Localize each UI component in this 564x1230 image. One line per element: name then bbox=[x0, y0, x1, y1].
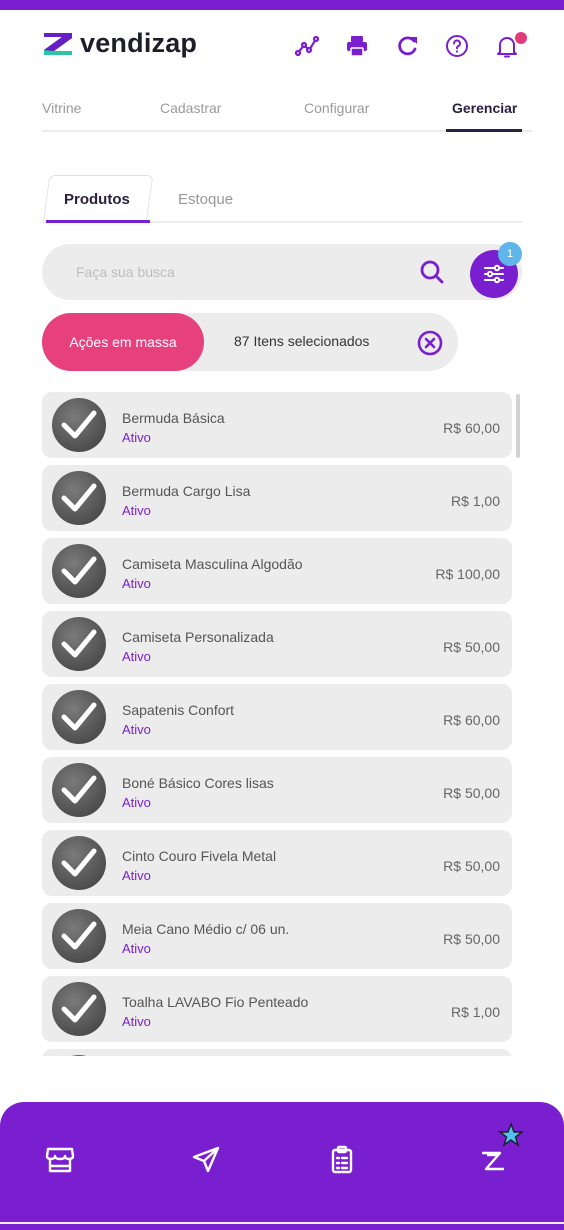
scrollbar[interactable] bbox=[516, 394, 520, 458]
tab-vitrine[interactable]: Vitrine bbox=[42, 100, 81, 116]
product-thumbnail[interactable] bbox=[52, 909, 106, 963]
product-thumbnail[interactable] bbox=[52, 617, 106, 671]
tab-gerenciar[interactable]: Gerenciar bbox=[452, 100, 517, 116]
analytics-icon[interactable] bbox=[282, 30, 332, 62]
help-icon[interactable] bbox=[432, 30, 482, 62]
product-thumbnail[interactable] bbox=[52, 982, 106, 1036]
star-badge-icon bbox=[498, 1122, 524, 1147]
product-status: Ativo bbox=[122, 795, 151, 810]
logo-z-icon bbox=[44, 32, 72, 55]
send-icon[interactable] bbox=[186, 1140, 226, 1180]
list-item[interactable]: Camiseta Masculina Algodão Ativo R$ 100,00 bbox=[42, 538, 512, 604]
bottom-edge bbox=[0, 1222, 564, 1224]
list-item[interactable]: Boné Básico Cores lisas Ativo R$ 50,00 bbox=[42, 757, 512, 823]
app-header: vendizap bbox=[42, 28, 532, 68]
tab-estoque[interactable]: Estoque bbox=[178, 191, 233, 208]
product-price: R$ 50,00 bbox=[443, 785, 500, 801]
product-name: Cinto Couro Fivela Metal bbox=[122, 848, 277, 864]
product-status: Ativo bbox=[122, 430, 151, 445]
search-icon[interactable] bbox=[418, 258, 446, 286]
top-border-gap bbox=[0, 10, 564, 12]
active-tab-indicator bbox=[446, 129, 522, 132]
tab-configurar[interactable]: Configurar bbox=[304, 100, 369, 116]
product-name: Bermuda Básica bbox=[122, 410, 225, 426]
list-item[interactable]: Meia Cano Médio c/ 06 un. Ativo R$ 50,00 bbox=[42, 903, 512, 969]
search-input[interactable] bbox=[76, 261, 396, 283]
product-status: Ativo bbox=[122, 868, 151, 883]
product-price: R$ 100,00 bbox=[435, 566, 500, 582]
product-thumbnail[interactable] bbox=[52, 763, 106, 817]
product-thumbnail[interactable] bbox=[52, 398, 106, 452]
list-item[interactable]: Camiseta Personalizada Ativo R$ 50,00 bbox=[42, 611, 512, 677]
selected-count: 87 Itens selecionados bbox=[234, 333, 370, 349]
top-border bbox=[0, 0, 564, 10]
product-price: R$ 1,00 bbox=[450, 1004, 500, 1020]
product-thumbnail[interactable] bbox=[52, 544, 106, 598]
product-price: R$ 50,00 bbox=[443, 858, 500, 874]
product-status: Ativo bbox=[122, 1014, 151, 1029]
main-tabs: Vitrine Cadastrar Configurar Gerenciar bbox=[42, 96, 532, 132]
product-status: Ativo bbox=[122, 576, 151, 591]
bulk-actions-button[interactable]: Ações em massa bbox=[42, 313, 204, 371]
store-icon[interactable] bbox=[40, 1140, 80, 1180]
list-item[interactable]: Sapatenis Confort Ativo R$ 60,00 bbox=[42, 684, 512, 750]
product-name: Boné Básico Cores lisas bbox=[122, 775, 274, 791]
product-status: Ativo bbox=[122, 722, 151, 737]
sub-tabs: Produtos Estoque bbox=[42, 175, 522, 223]
sliders-icon bbox=[484, 264, 504, 284]
product-status: Ativo bbox=[122, 941, 151, 956]
product-status: Ativo bbox=[122, 503, 151, 518]
sub-tab-indicator bbox=[46, 220, 150, 223]
list-item[interactable]: Bermuda Cargo Lisa Ativo R$ 1,00 bbox=[42, 465, 512, 531]
clipboard-list-icon[interactable] bbox=[322, 1140, 362, 1180]
clear-selection-icon[interactable] bbox=[416, 329, 444, 357]
tab-cadastrar[interactable]: Cadastrar bbox=[160, 100, 221, 116]
notification-dot bbox=[515, 32, 527, 44]
product-list: Bermuda Básica Ativo R$ 60,00 Bermuda Cargo… bbox=[42, 392, 514, 1056]
tab-produtos[interactable]: Produtos bbox=[64, 191, 130, 208]
filter-count-badge: 1 bbox=[498, 242, 522, 266]
product-thumbnail[interactable] bbox=[52, 836, 106, 890]
search-bar: 1 bbox=[42, 242, 522, 300]
product-price: R$ 50,00 bbox=[443, 931, 500, 947]
list-item[interactable]: Toalha LAVABO Fio Penteado Ativo R$ 1,00 bbox=[42, 976, 512, 1042]
product-name: Sapatenis Confort bbox=[122, 702, 235, 718]
list-item-partial[interactable] bbox=[42, 1049, 512, 1056]
product-thumbnail[interactable] bbox=[52, 471, 106, 525]
refresh-icon[interactable] bbox=[382, 30, 432, 62]
product-name: Meia Cano Médio c/ 06 un. bbox=[122, 921, 290, 937]
logo-text: vendizap bbox=[80, 28, 198, 58]
list-item[interactable]: Bermuda Básica Ativo R$ 60,00 bbox=[42, 392, 512, 458]
vendizap-pro-icon[interactable] bbox=[474, 1122, 524, 1180]
product-status: Ativo bbox=[122, 649, 151, 664]
product-price: R$ 60,00 bbox=[443, 420, 500, 436]
product-name: Bermuda Cargo Lisa bbox=[122, 483, 251, 499]
product-thumbnail bbox=[52, 1055, 106, 1056]
product-thumbnail[interactable] bbox=[52, 690, 106, 744]
product-price: R$ 1,00 bbox=[450, 493, 500, 509]
list-item[interactable]: Cinto Couro Fivela Metal Ativo R$ 50,00 bbox=[42, 830, 512, 896]
product-price: R$ 50,00 bbox=[443, 639, 500, 655]
product-price: R$ 60,00 bbox=[443, 712, 500, 728]
printer-icon[interactable] bbox=[332, 30, 382, 62]
product-name: Toalha LAVABO Fio Penteado bbox=[122, 994, 309, 1010]
product-name: Camiseta Personalizada bbox=[122, 629, 274, 645]
notification-bell-icon[interactable] bbox=[482, 30, 532, 62]
product-name: Camiseta Masculina Algodão bbox=[122, 556, 303, 572]
bulk-actions-bar: Ações em massa 87 Itens selecionados bbox=[42, 313, 458, 371]
bottom-navigation bbox=[0, 1102, 564, 1230]
logo: vendizap bbox=[42, 28, 197, 59]
